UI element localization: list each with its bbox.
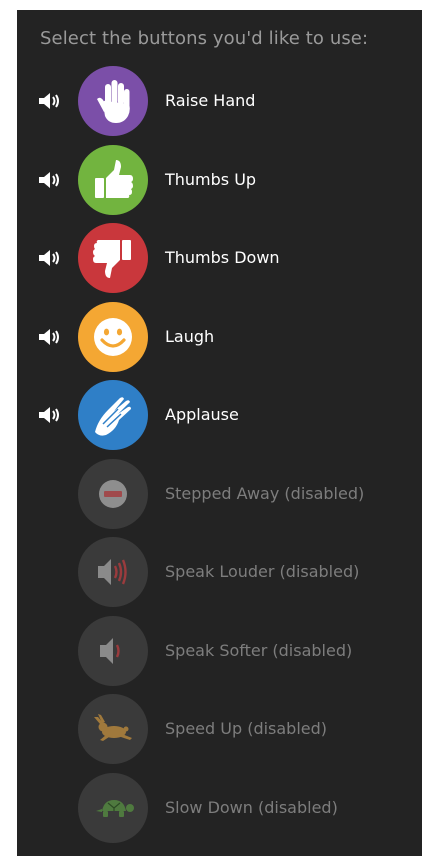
slow-down-label: Slow Down (disabled) [165, 798, 338, 817]
thumbs-up-label: Thumbs Up [165, 170, 257, 189]
thumbs-down-icon [93, 240, 131, 278]
slow-down-button [78, 773, 148, 843]
speaker-icon[interactable] [38, 171, 64, 189]
stepped-away-label: Stepped Away (disabled) [165, 484, 365, 503]
speak-softer-button [78, 616, 148, 686]
button-row-speak-softer: Speak Softer (disabled) [17, 616, 422, 686]
thumbs-up-icon [95, 160, 133, 198]
speaker-icon[interactable] [38, 406, 64, 424]
laugh-button[interactable] [78, 302, 148, 372]
button-row-speed-up: Speed Up (disabled) [17, 694, 422, 764]
button-row-thumbs-down: Thumbs Down [17, 223, 422, 293]
speak-louder-icon [98, 559, 127, 585]
clapping-hands-icon [95, 397, 131, 436]
button-row-applause: Applause [17, 380, 422, 450]
button-row-raise-hand: Raise Hand [17, 66, 422, 136]
button-selection-panel: Select the buttons you'd like to use: Ra… [17, 10, 422, 856]
raise-hand-button[interactable] [78, 66, 148, 136]
stepped-away-icon [99, 480, 127, 508]
speed-up-button [78, 694, 148, 764]
button-row-slow-down: Slow Down (disabled) [17, 773, 422, 843]
thumbs-down-button[interactable] [78, 223, 148, 293]
speak-louder-label: Speak Louder (disabled) [165, 562, 360, 581]
raise-hand-label: Raise Hand [165, 91, 256, 110]
speaker-icon[interactable] [38, 328, 64, 346]
applause-button[interactable] [78, 380, 148, 450]
panel-heading: Select the buttons you'd like to use: [40, 28, 369, 49]
stepped-away-button [78, 459, 148, 529]
speaker-icon[interactable] [38, 92, 64, 110]
applause-label: Applause [165, 405, 239, 424]
smiley-face-icon [94, 318, 132, 356]
button-row-stepped-away: Stepped Away (disabled) [17, 459, 422, 529]
turtle-icon [96, 800, 134, 817]
speak-softer-label: Speak Softer (disabled) [165, 641, 353, 660]
button-row-laugh: Laugh [17, 302, 422, 372]
thumbs-up-button[interactable] [78, 145, 148, 215]
button-row-thumbs-up: Thumbs Up [17, 145, 422, 215]
laugh-label: Laugh [165, 327, 215, 346]
speak-louder-button [78, 537, 148, 607]
speaker-icon[interactable] [38, 249, 64, 267]
speed-up-label: Speed Up (disabled) [165, 719, 328, 738]
raised-hand-icon [97, 80, 130, 123]
rabbit-icon [94, 714, 132, 741]
thumbs-down-label: Thumbs Down [165, 248, 280, 267]
speak-softer-icon [100, 638, 120, 664]
button-row-speak-louder: Speak Louder (disabled) [17, 537, 422, 607]
